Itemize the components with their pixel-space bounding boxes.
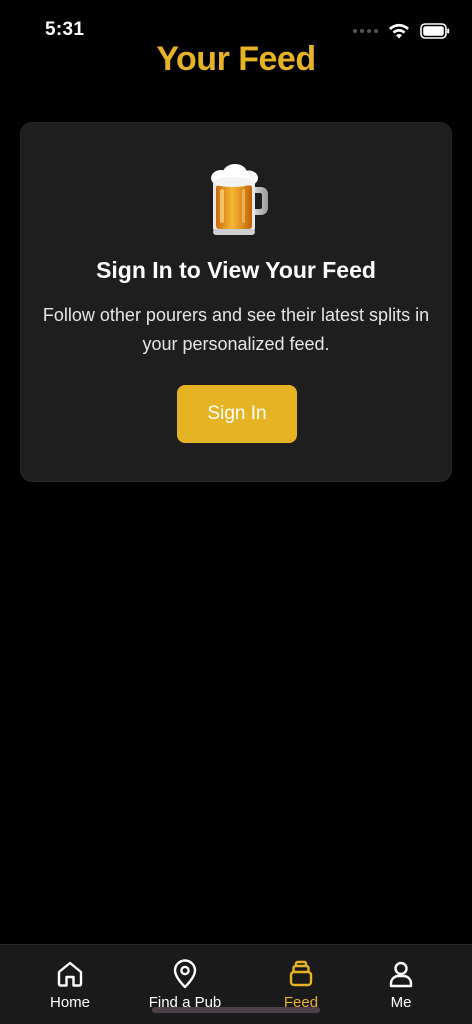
home-indicator[interactable] xyxy=(152,1007,320,1013)
tab-me[interactable]: Me xyxy=(342,945,460,1024)
home-icon xyxy=(57,961,83,987)
battery-icon xyxy=(420,23,450,39)
page-title: Your Feed xyxy=(156,40,316,78)
sign-in-card: Sign In to View Your Feed Follow other p… xyxy=(20,122,452,482)
card-title: Sign In to View Your Feed xyxy=(96,257,376,283)
card-description: Follow other pourers and see their lates… xyxy=(42,305,430,354)
tab-home-label: Home xyxy=(49,994,90,1011)
status-indicators xyxy=(353,20,450,42)
status-time: 5:31 xyxy=(45,19,85,40)
tab-me-label: Me xyxy=(390,994,412,1011)
location-pin-icon xyxy=(173,959,197,989)
feed-screen: 5:31 Your Feed Sign In to View Your Feed… xyxy=(0,0,472,1024)
cellular-signal-icon xyxy=(353,29,378,33)
person-icon xyxy=(389,961,413,988)
beer-mug-icon xyxy=(211,164,268,235)
sign-in-button[interactable]: Sign In xyxy=(177,385,297,443)
tab-home[interactable]: Home xyxy=(11,945,129,1024)
feed-icon xyxy=(289,960,313,987)
wifi-icon xyxy=(389,23,409,39)
